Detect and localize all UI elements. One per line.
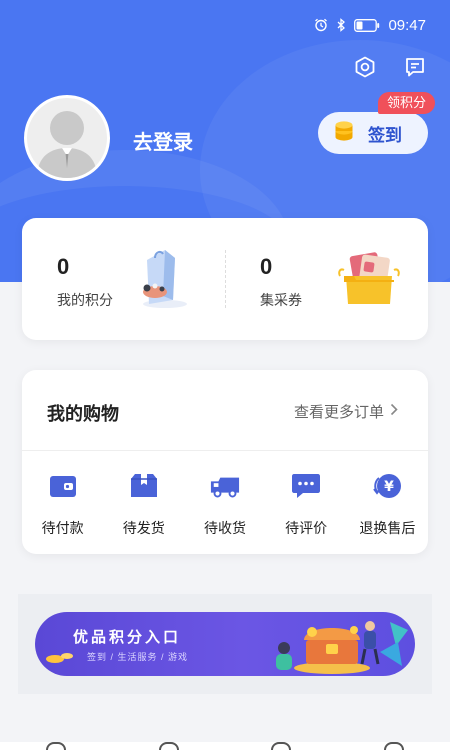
points-label: 我的积分 — [57, 292, 113, 308]
promo-area: 优品积分入口 签到 / 生活服务 / 游戏 — [18, 594, 432, 694]
coin-stack-icon — [334, 120, 354, 147]
svg-text:¥: ¥ — [384, 479, 394, 495]
coupons-label: 集采券 — [260, 292, 302, 308]
my-points[interactable]: 0 我的积分 — [22, 218, 225, 340]
truck-icon — [210, 472, 240, 500]
view-more-label: 查看更多订单 — [293, 404, 384, 421]
banner-title: 优品积分入口 — [73, 629, 182, 646]
view-more-orders-link[interactable]: 查看更多订单 — [294, 401, 398, 422]
header-actions — [352, 54, 428, 80]
orders-card: 我的购物 查看更多订单 待付款 待发货 待收货 待评价 ¥ 退换售后 — [22, 370, 428, 554]
coupons-value: 0 — [260, 254, 273, 279]
comment-icon — [291, 472, 321, 500]
bluetooth-icon — [336, 18, 346, 32]
order-pending-receipt[interactable]: 待收货 — [184, 472, 265, 538]
battery-icon — [354, 18, 380, 32]
order-item-label: 待付款 — [41, 520, 84, 536]
nav-home-icon[interactable] — [46, 742, 67, 750]
earn-points-badge[interactable]: 领积分 — [378, 92, 436, 114]
nav-category-icon[interactable] — [158, 742, 179, 750]
coupon-folder-illustration — [336, 246, 402, 315]
refund-icon: ¥ — [372, 472, 402, 500]
nav-cart-icon[interactable] — [271, 742, 292, 750]
order-pending-shipment[interactable]: 待发货 — [103, 472, 184, 538]
avatar[interactable] — [24, 95, 110, 181]
stats-card: 0 我的积分 0 集采券 — [22, 218, 428, 340]
status-bar: 09:47 — [0, 0, 450, 50]
order-refund-aftersales[interactable]: ¥ 退换售后 — [347, 472, 428, 538]
orders-divider — [22, 450, 428, 451]
checkin-button[interactable]: 签到 — [318, 112, 428, 154]
chevron-right-icon — [390, 403, 398, 420]
order-item-label: 退换售后 — [359, 520, 416, 536]
settings-icon[interactable] — [352, 54, 378, 80]
coin-icon — [45, 650, 75, 671]
checkin-label: 签到 — [368, 125, 402, 145]
points-value: 0 — [57, 254, 70, 279]
order-pending-review[interactable]: 待评价 — [266, 472, 347, 538]
status-time: 09:47 — [388, 16, 426, 34]
orders-title: 我的购物 — [47, 404, 119, 424]
points-entry-banner[interactable]: 优品积分入口 签到 / 生活服务 / 游戏 — [35, 612, 415, 676]
order-item-label: 待评价 — [285, 520, 328, 536]
order-item-label: 待发货 — [122, 520, 165, 536]
wallet-icon — [48, 472, 78, 500]
order-item-label: 待收货 — [203, 520, 246, 536]
nav-profile-icon[interactable] — [383, 742, 404, 750]
order-status-list: 待付款 待发货 待收货 待评价 ¥ 退换售后 — [22, 472, 428, 538]
shopping-bag-illustration — [133, 246, 199, 315]
login-link[interactable]: 去登录 — [133, 126, 193, 155]
bottom-navigation — [0, 742, 450, 750]
alarm-icon — [314, 18, 328, 32]
banner-subtitle: 签到 / 生活服务 / 游戏 — [87, 652, 189, 662]
order-pending-payment[interactable]: 待付款 — [22, 472, 103, 538]
coupons[interactable]: 0 集采券 — [225, 218, 428, 340]
treasure-chest-illustration — [240, 612, 415, 676]
message-icon[interactable] — [402, 54, 428, 80]
box-icon — [129, 472, 159, 500]
